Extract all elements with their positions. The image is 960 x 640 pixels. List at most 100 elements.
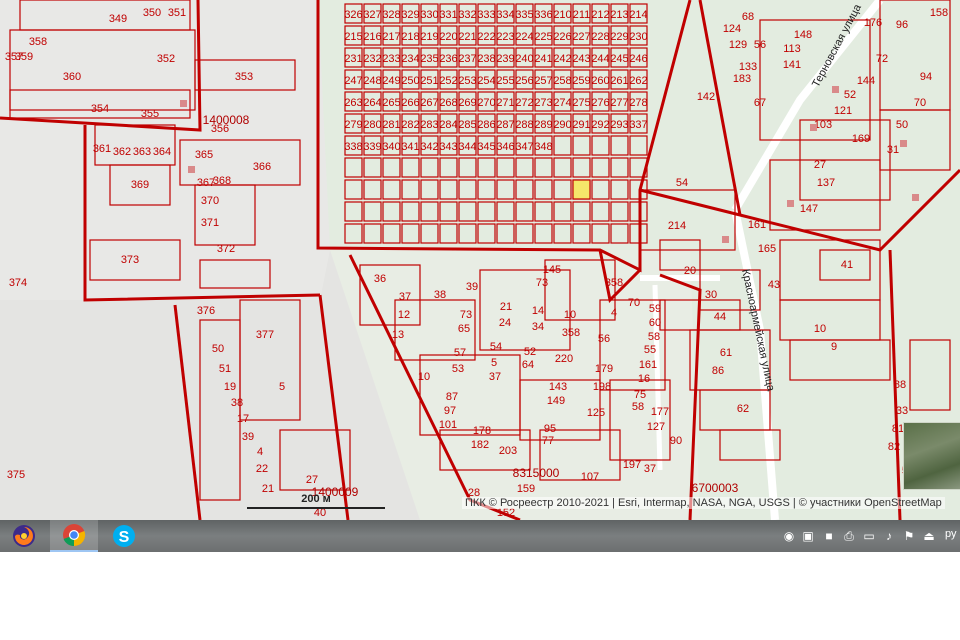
parcel-label: 228	[591, 31, 609, 43]
parcel-label: 94	[920, 71, 932, 83]
language-indicator[interactable]: ру	[945, 528, 957, 540]
parcel-label: 222	[477, 31, 495, 43]
parcel-label: 220	[439, 31, 457, 43]
parcel-label: 348	[534, 141, 552, 153]
tray-network-icon[interactable]: ◉	[782, 528, 796, 544]
parcel-label: 289	[534, 119, 552, 131]
parcel-label: 247	[344, 75, 362, 87]
parcel-label: 213	[610, 9, 628, 21]
parcel-label: 225	[534, 31, 552, 43]
parcel-label: 210	[553, 9, 571, 21]
parcel-label: 124	[723, 23, 741, 35]
parcel-label: 176	[864, 17, 882, 29]
parcel-label: 218	[401, 31, 419, 43]
parcel-label: 50	[212, 343, 224, 355]
parcel-label: 340	[382, 141, 400, 153]
parcel-label: 129	[729, 39, 747, 51]
svg-text:S: S	[119, 529, 130, 546]
parcel-label: 286	[477, 119, 495, 131]
parcel-label: 177	[651, 406, 669, 418]
parcel-label: 144	[857, 75, 875, 87]
parcel-label: 339	[363, 141, 381, 153]
parcel-label: 275	[572, 97, 590, 109]
parcel-label: 224	[515, 31, 533, 43]
tray-nvidia-icon[interactable]: ■	[822, 528, 836, 544]
parcel-label: 236	[439, 53, 457, 65]
parcel-label: 125	[587, 407, 605, 419]
parcel-label: 149	[547, 395, 565, 407]
parcel-label: 332	[458, 9, 476, 21]
parcel-label: 263	[344, 97, 362, 109]
parcel-label: 370	[201, 195, 219, 207]
parcel-label: 230	[629, 31, 647, 43]
parcel-label: 59	[649, 303, 661, 315]
firefox-icon	[13, 525, 35, 547]
parcel-label: 227	[572, 31, 590, 43]
parcel-label: 287	[496, 119, 514, 131]
parcel-label: 273	[534, 97, 552, 109]
quarter-label: 6700003	[692, 481, 739, 495]
parcel-label: 17	[237, 413, 249, 425]
skype-icon: S	[113, 525, 135, 547]
parcel-label: 37	[489, 371, 501, 383]
cadastral-map[interactable]: 326 327 328 329 330 331 332 333 334 335 336 210 211 2…	[0, 0, 960, 520]
parcel-label: 366	[253, 161, 271, 173]
parcel-label: 284	[439, 119, 457, 131]
tray-printer-icon[interactable]: ⎙	[842, 528, 856, 544]
building-mark	[787, 200, 794, 207]
parcel-label: 352	[157, 53, 175, 65]
parcel-label: 97	[444, 405, 456, 417]
parcel-label: 344	[458, 141, 476, 153]
parcel-label: 361	[93, 143, 111, 155]
parcel-label: 33	[896, 405, 908, 417]
building-mark	[832, 86, 839, 93]
tray-battery-icon[interactable]: ▭	[862, 528, 876, 544]
taskbar-skype[interactable]: S	[100, 520, 148, 552]
parcel-label: 55	[644, 344, 656, 356]
tray-volume-icon[interactable]: ♪	[882, 528, 896, 544]
parcel-label: 5	[491, 357, 497, 369]
parcel-label: 51	[219, 363, 231, 375]
parcel-label: 4	[611, 307, 617, 319]
parcel-label: 57	[454, 347, 466, 359]
tray-usb-icon[interactable]: ⏏	[922, 528, 936, 544]
parcel-label: 350	[143, 7, 161, 19]
parcel-label: 219	[420, 31, 438, 43]
parcel-label: 351	[168, 7, 186, 19]
parcel-label: 254	[477, 75, 495, 87]
parcel-label: 198	[593, 381, 611, 393]
parcel-label: 355	[141, 108, 159, 120]
taskbar-firefox[interactable]	[0, 520, 48, 552]
parcel-label: 5	[279, 381, 285, 393]
map-canvas[interactable]: 326 327 328 329 330 331 332 333 334 335 336 210 211 2…	[0, 0, 960, 520]
quarter-label: 8315000	[513, 466, 560, 480]
parcel-label: 212	[591, 9, 609, 21]
parcel-label: 70	[628, 297, 640, 309]
parcel-label: 285	[458, 119, 476, 131]
tray-display-icon[interactable]: ▣	[801, 528, 815, 544]
parcel-label: 241	[534, 53, 552, 65]
parcel-label: 158	[930, 7, 948, 19]
parcel-label: 10	[564, 309, 576, 321]
tray-flag-icon[interactable]: ⚑	[902, 528, 916, 544]
parcel-label: 256	[515, 75, 533, 87]
parcel-label: 43	[768, 279, 780, 291]
parcel-label: 87	[446, 391, 458, 403]
parcel-label: 179	[595, 363, 613, 375]
parcel-label: 358	[605, 277, 623, 289]
parcel-label: 38	[231, 397, 243, 409]
parcel-label: 54	[490, 341, 502, 353]
minimap[interactable]	[903, 422, 960, 490]
parcel-label: 358	[562, 327, 580, 339]
parcel-label: 333	[477, 9, 495, 21]
parcel-label: 269	[458, 97, 476, 109]
taskbar-chrome[interactable]	[50, 520, 98, 552]
parcel-label: 371	[201, 217, 219, 229]
parcel-label: 288	[515, 119, 533, 131]
parcel-label: 58	[632, 401, 644, 413]
parcel-label: 346	[496, 141, 514, 153]
parcel-label: 258	[553, 75, 571, 87]
parcel-label: 12	[398, 309, 410, 321]
parcel-label: 293	[610, 119, 628, 131]
parcel-label: 30	[705, 289, 717, 301]
